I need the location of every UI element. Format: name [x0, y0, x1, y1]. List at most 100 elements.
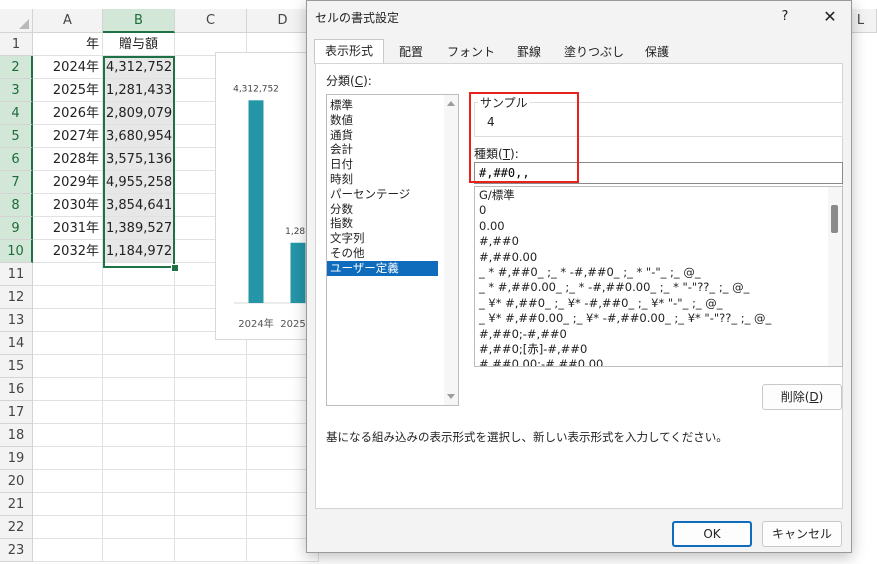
grid-cell[interactable]: [175, 355, 247, 378]
grid-cell[interactable]: 3,854,641: [103, 194, 175, 217]
format-code-item[interactable]: _ * #,##0_ ;_ * -#,##0_ ;_ * "-"_ ;_ @_: [475, 265, 842, 280]
grid-cell[interactable]: 2031年: [33, 217, 103, 240]
grid-cell[interactable]: 年: [33, 33, 103, 56]
grid-cell[interactable]: [33, 263, 103, 286]
grid-cell[interactable]: [175, 470, 247, 493]
row-header[interactable]: 5: [0, 125, 33, 148]
row-header[interactable]: 16: [0, 378, 33, 401]
category-item[interactable]: 文字列: [327, 231, 458, 246]
category-item[interactable]: その他: [327, 246, 458, 261]
grid-cell[interactable]: [103, 332, 175, 355]
grid-cell[interactable]: [33, 516, 103, 539]
grid-cell[interactable]: [103, 539, 175, 562]
category-item[interactable]: ユーザー定義: [327, 260, 438, 276]
row-header[interactable]: 15: [0, 355, 33, 378]
category-list[interactable]: 標準 数値 通貨 会計 日付 時刻 パーセンテージ 分数 指数 文字列 その他 ユーザー定義: [326, 94, 459, 406]
grid-cell[interactable]: [33, 424, 103, 447]
format-code-item[interactable]: _ ¥* #,##0.00_ ;_ ¥* -#,##0.00_ ;_ ¥* "-…: [475, 311, 842, 326]
help-button[interactable]: ?: [773, 5, 797, 29]
grid-cell[interactable]: 2026年: [33, 102, 103, 125]
format-code-item[interactable]: _ * #,##0.00_ ;_ * -#,##0.00_ ;_ * "-"??…: [475, 280, 842, 295]
grid-cell[interactable]: 1,389,527: [103, 217, 175, 240]
format-code-item[interactable]: 0.00: [475, 219, 842, 234]
grid-cell[interactable]: [175, 447, 247, 470]
grid-cell[interactable]: [103, 309, 175, 332]
grid-cell[interactable]: [33, 401, 103, 424]
fill-handle[interactable]: [171, 264, 179, 272]
grid-cell[interactable]: 贈与額: [103, 33, 175, 56]
format-type-input[interactable]: [474, 162, 843, 184]
grid-cell[interactable]: 2032年: [33, 240, 103, 263]
row-header[interactable]: 17: [0, 401, 33, 424]
grid-cell[interactable]: [103, 470, 175, 493]
grid-cell[interactable]: 2028年: [33, 148, 103, 171]
category-item[interactable]: 指数: [327, 216, 458, 231]
grid-cell[interactable]: [103, 286, 175, 309]
grid-cell[interactable]: 4,955,258: [103, 171, 175, 194]
grid-cell[interactable]: [33, 378, 103, 401]
grid-cell[interactable]: [103, 355, 175, 378]
category-item[interactable]: 通貨: [327, 128, 458, 143]
row-header[interactable]: 21: [0, 493, 33, 516]
category-item[interactable]: 分数: [327, 202, 458, 217]
tab-border[interactable]: 罫線: [505, 41, 553, 64]
grid-cell[interactable]: 2027年: [33, 125, 103, 148]
grid-cell[interactable]: [103, 378, 175, 401]
grid-cell[interactable]: [33, 493, 103, 516]
scroll-down-icon[interactable]: [447, 394, 455, 399]
grid-cell[interactable]: [175, 401, 247, 424]
grid-cell[interactable]: 3,575,136: [103, 148, 175, 171]
row-header[interactable]: 10: [0, 240, 33, 263]
row-header[interactable]: 8: [0, 194, 33, 217]
row-header[interactable]: 22: [0, 516, 33, 539]
row-header[interactable]: 13: [0, 309, 33, 332]
category-item[interactable]: 標準: [327, 98, 458, 113]
grid-cell[interactable]: [103, 401, 175, 424]
row-header[interactable]: 14: [0, 332, 33, 355]
scroll-thumb[interactable]: [831, 205, 838, 233]
grid-cell[interactable]: [175, 424, 247, 447]
row-header[interactable]: 19: [0, 447, 33, 470]
grid-cell[interactable]: 2024年: [33, 56, 103, 79]
grid-cell[interactable]: [175, 516, 247, 539]
row-header[interactable]: 6: [0, 148, 33, 171]
tab-fill[interactable]: 塗りつぶし: [559, 41, 629, 64]
column-header-a[interactable]: A: [33, 9, 103, 33]
tab-number[interactable]: 表示形式: [314, 39, 384, 64]
format-list-scrollbar[interactable]: [828, 187, 842, 366]
grid-cell[interactable]: [103, 447, 175, 470]
grid-cell[interactable]: 2030年: [33, 194, 103, 217]
grid-cell[interactable]: [33, 447, 103, 470]
scroll-up-icon[interactable]: [447, 101, 455, 106]
grid-cell[interactable]: 2029年: [33, 171, 103, 194]
grid-cell[interactable]: [175, 493, 247, 516]
row-header[interactable]: 18: [0, 424, 33, 447]
grid-cell[interactable]: [33, 470, 103, 493]
category-scrollbar[interactable]: [444, 95, 458, 405]
grid-cell[interactable]: [103, 493, 175, 516]
grid-cell[interactable]: [33, 539, 103, 562]
format-code-item[interactable]: #,##0.00: [475, 250, 842, 265]
row-header[interactable]: 20: [0, 470, 33, 493]
row-header[interactable]: 1: [0, 33, 33, 56]
delete-button[interactable]: 削除(D): [762, 384, 842, 410]
row-header[interactable]: 7: [0, 171, 33, 194]
grid-cell[interactable]: [103, 516, 175, 539]
select-all-corner[interactable]: [0, 9, 33, 33]
grid-cell[interactable]: [33, 332, 103, 355]
category-item[interactable]: 会計: [327, 142, 458, 157]
format-code-item[interactable]: G/標準: [475, 188, 842, 203]
grid-cell[interactable]: 1,184,972: [103, 240, 175, 263]
grid-cell[interactable]: [33, 286, 103, 309]
cancel-button[interactable]: キャンセル: [762, 521, 842, 547]
tab-font[interactable]: フォント: [441, 41, 501, 64]
grid-cell[interactable]: 2,809,079: [103, 102, 175, 125]
close-button[interactable]: ✕: [817, 5, 843, 29]
format-code-list[interactable]: G/標準 0 0.00 #,##0 #,##0.00 _ * #,##0_ ;_ * -#…: [474, 186, 843, 367]
category-item[interactable]: 数値: [327, 113, 458, 128]
grid-cell[interactable]: 1,281,433: [103, 79, 175, 102]
format-code-item[interactable]: #,##0: [475, 234, 842, 249]
chart-bar[interactable]: [248, 100, 264, 303]
tab-alignment[interactable]: 配置: [387, 41, 435, 64]
row-header[interactable]: 12: [0, 286, 33, 309]
